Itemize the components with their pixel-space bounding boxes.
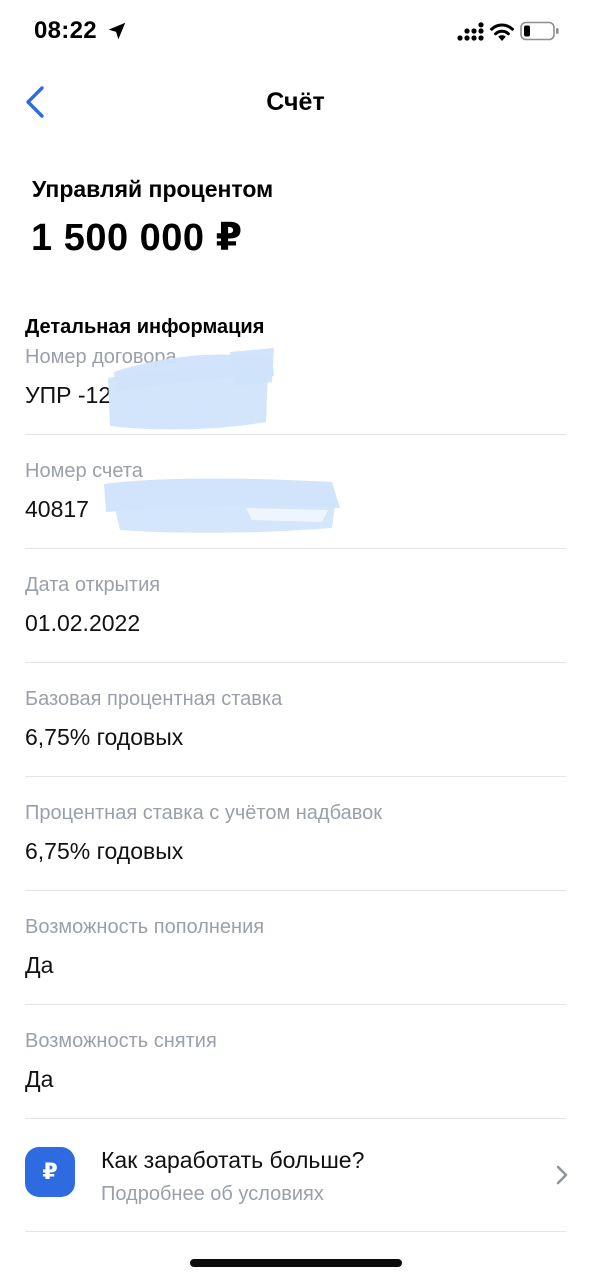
field-value[interactable]: УПР -12: [25, 382, 111, 409]
field-value: 6,75% годовых: [25, 838, 184, 864]
product-amount: 1 500 000 ₽: [31, 217, 243, 259]
field-value: Да: [25, 952, 54, 978]
earn-more-promo[interactable]: ₽ Как заработать больше? Подробнее об ус…: [25, 1134, 570, 1216]
status-time: 08:22: [34, 17, 97, 44]
divider: [25, 1118, 566, 1119]
field-value: 01.02.2022: [25, 610, 141, 636]
divider: [25, 662, 566, 663]
divider: [25, 548, 566, 549]
promo-subtitle: Подробнее об условиях: [101, 1183, 324, 1205]
ruble-icon: ₽: [25, 1147, 75, 1197]
field-label: Базовая процентная ставка: [25, 688, 283, 710]
status-bar: 08:22: [0, 0, 591, 64]
field-value[interactable]: 40817: [25, 496, 89, 523]
divider: [25, 1231, 566, 1232]
divider: [25, 776, 566, 777]
field-label: Процентная ставка с учётом надбавок: [25, 802, 382, 824]
product-title: Управляй процентом: [32, 176, 274, 202]
field-label: Дата открытия: [25, 574, 161, 596]
battery-icon: [520, 21, 559, 41]
details-heading: Детальная информация: [25, 316, 265, 338]
page-title: Счёт: [266, 88, 325, 116]
chevron-right-icon: [556, 1165, 568, 1185]
cellular-signal-icon: [457, 22, 484, 41]
field-value: 6,75% годовых: [25, 724, 184, 750]
field-label: Номер договора: [25, 346, 177, 368]
home-indicator[interactable]: [190, 1259, 402, 1267]
location-arrow-icon: [108, 22, 126, 40]
field-label: Возможность снятия: [25, 1030, 217, 1052]
field-value: Да: [25, 1066, 54, 1092]
navigation-bar: Счёт: [0, 64, 591, 140]
divider: [25, 434, 566, 435]
wifi-icon: [490, 23, 514, 41]
promo-title: Как заработать больше?: [101, 1147, 365, 1173]
divider: [25, 1004, 566, 1005]
field-label: Возможность пополнения: [25, 916, 265, 938]
divider: [25, 890, 566, 891]
field-label: Номер счета: [25, 460, 143, 482]
